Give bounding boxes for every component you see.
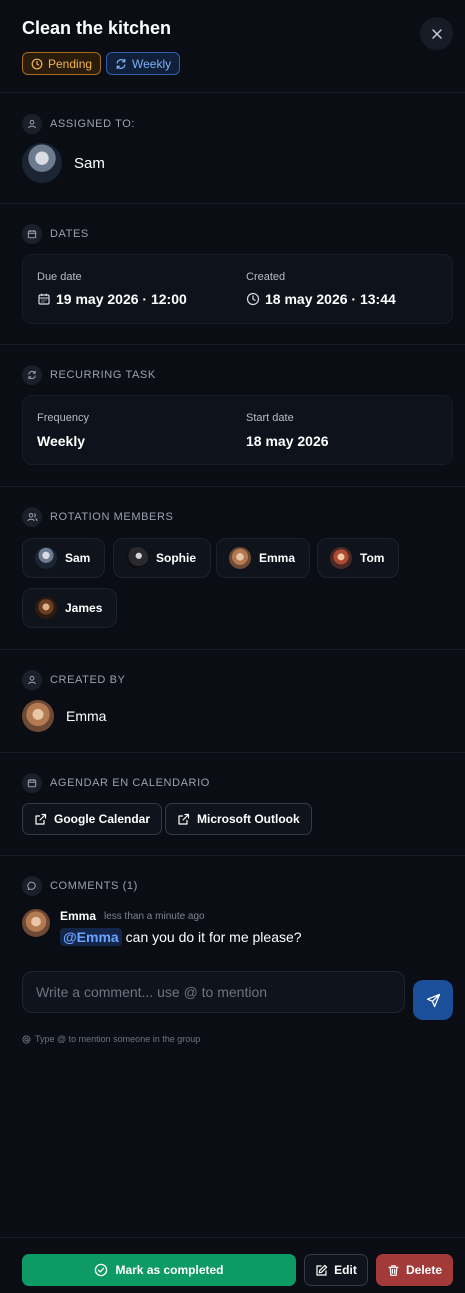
check-circle-icon — [94, 1263, 108, 1277]
external-link-icon — [34, 813, 47, 826]
recurrence-badge: Weekly — [106, 52, 181, 75]
repeat-icon — [115, 58, 127, 70]
delete-button[interactable]: Delete — [376, 1254, 453, 1286]
section-label-dates: DATES — [50, 228, 89, 240]
divider — [0, 855, 465, 856]
comment-author: Emma — [60, 909, 97, 923]
start-date-value: 18 may 2026 — [246, 433, 329, 449]
created-date-value: 18 may 2026 · 13:44 — [246, 291, 396, 307]
created-date-text: 18 may 2026 · 13:44 — [265, 291, 396, 307]
divider — [0, 92, 465, 93]
user-icon — [22, 114, 42, 134]
calendar-icon — [37, 292, 51, 306]
section-label-calendar: AGENDAR EN CALENDARIO — [50, 777, 210, 789]
outlook-calendar-button[interactable]: Microsoft Outlook — [165, 803, 312, 835]
clock-icon — [31, 58, 43, 70]
recurrence-badge-label: Weekly — [132, 56, 172, 71]
member-name: Tom — [360, 551, 385, 565]
recurring-card — [22, 395, 453, 465]
google-calendar-button[interactable]: Google Calendar — [22, 803, 163, 835]
due-date-label: Due date — [37, 271, 82, 283]
avatar — [22, 909, 50, 937]
external-link-icon — [177, 813, 190, 826]
edit-button[interactable]: Edit — [304, 1254, 368, 1286]
section-label-created-by: CREATED BY — [50, 674, 126, 686]
task-title: Clean the kitchen — [22, 18, 172, 38]
trash-icon — [387, 1264, 400, 1277]
avatar — [330, 547, 352, 569]
mention-hint-text: Type @ to mention someone in the group — [35, 1034, 201, 1044]
member-chip-tom[interactable]: Tom — [317, 538, 400, 578]
send-button[interactable] — [413, 980, 453, 1020]
outlook-calendar-label: Microsoft Outlook — [197, 812, 300, 826]
member-name: Emma — [259, 551, 296, 565]
comment-text: can you do it for me please? — [125, 929, 302, 945]
close-button[interactable] — [420, 17, 453, 50]
delete-label: Delete — [405, 1263, 443, 1277]
divider — [0, 752, 465, 753]
member-chip-sophie[interactable]: Sophie — [113, 538, 212, 578]
user-icon — [22, 670, 42, 690]
pencil-icon — [315, 1264, 328, 1277]
member-name: James — [65, 601, 103, 615]
section-label-assigned: ASSIGNED TO: — [50, 118, 136, 130]
section-label-rotation: ROTATION MEMBERS — [50, 511, 174, 523]
mark-completed-button[interactable]: Mark as completed — [22, 1254, 296, 1286]
due-date-text: 19 may 2026 · 12:00 — [56, 291, 187, 307]
dates-card — [22, 254, 453, 324]
section-label-recurring: RECURRING TASK — [50, 369, 156, 381]
section-label-comments: COMMENTS (1) — [50, 880, 138, 892]
send-icon — [426, 993, 441, 1008]
avatar — [35, 547, 57, 569]
due-date-value: 19 may 2026 · 12:00 — [37, 291, 187, 307]
avatar — [229, 547, 251, 569]
mark-completed-label: Mark as completed — [115, 1263, 224, 1277]
comment-mention[interactable]: @Emma — [60, 928, 122, 946]
divider — [0, 486, 465, 487]
member-chip-sam[interactable]: Sam — [22, 538, 106, 578]
created-date-label: Created — [246, 271, 286, 283]
users-icon — [22, 507, 42, 527]
comment-time: less than a minute ago — [104, 911, 205, 922]
divider — [0, 203, 465, 204]
edit-label: Edit — [334, 1263, 357, 1277]
creator-name: Emma — [66, 708, 107, 724]
divider — [0, 344, 465, 345]
mention-hint: Type @ to mention someone in the group — [22, 1034, 200, 1044]
repeat-icon — [22, 365, 42, 385]
at-icon — [22, 1034, 31, 1044]
comment-input[interactable] — [22, 971, 405, 1013]
avatar — [22, 143, 62, 183]
start-date-label: Start date — [246, 412, 294, 424]
member-name: Sam — [65, 551, 91, 565]
frequency-value: Weekly — [37, 433, 85, 449]
close-icon — [431, 28, 443, 40]
status-badge: Pending — [22, 52, 102, 75]
frequency-label: Frequency — [37, 412, 89, 424]
member-name: Sophie — [156, 551, 197, 565]
message-icon — [22, 876, 42, 896]
status-badge-label: Pending — [48, 56, 93, 71]
member-chip-james[interactable]: James — [22, 588, 118, 628]
avatar — [22, 700, 54, 732]
avatar — [126, 547, 148, 569]
avatar — [35, 597, 57, 619]
comment-body: @Emma can you do it for me please? — [60, 928, 302, 946]
clock-icon — [246, 292, 260, 306]
calendar-icon — [22, 224, 42, 244]
assignee-name: Sam — [74, 155, 105, 172]
member-chip-emma[interactable]: Emma — [216, 538, 311, 578]
google-calendar-label: Google Calendar — [54, 812, 151, 826]
calendar-icon — [22, 773, 42, 793]
divider — [0, 649, 465, 650]
